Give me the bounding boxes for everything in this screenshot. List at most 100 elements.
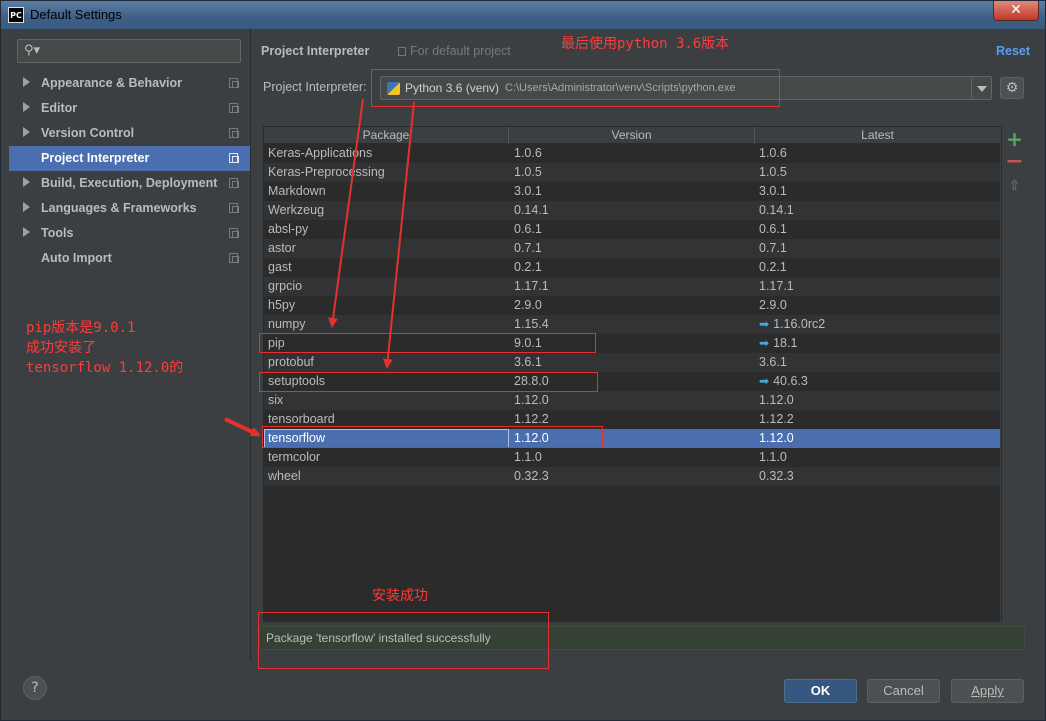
latest-cell: 1.12.2 bbox=[759, 412, 794, 426]
apply-button[interactable]: Apply bbox=[951, 679, 1024, 703]
latest-version-text: 1.12.2 bbox=[759, 412, 794, 426]
chevron-down-icon[interactable] bbox=[971, 77, 991, 99]
close-button[interactable]: ✕ bbox=[993, 1, 1039, 21]
version-cell: 1.0.6 bbox=[514, 146, 542, 160]
version-cell: 0.7.1 bbox=[514, 241, 542, 255]
splitter[interactable] bbox=[250, 29, 251, 661]
table-row[interactable]: protobuf 3.6.1 3.6.1 bbox=[264, 353, 1000, 372]
package-name-cell: protobuf bbox=[268, 355, 314, 369]
project-scope-icon bbox=[229, 178, 239, 188]
settings-search-input[interactable]: ⚲▾ bbox=[17, 39, 241, 63]
column-header-latest[interactable]: Latest bbox=[755, 127, 1000, 144]
annotation-box-pip bbox=[259, 333, 596, 353]
latest-version-text: 0.14.1 bbox=[759, 203, 794, 217]
pycharm-logo-icon: PC bbox=[8, 7, 24, 23]
table-row[interactable]: Markdown 3.0.1 3.0.1 bbox=[264, 182, 1000, 201]
latest-version-text: 40.6.3 bbox=[773, 374, 808, 388]
table-row[interactable]: absl-py 0.6.1 0.6.1 bbox=[264, 220, 1000, 239]
version-cell: 1.12.0 bbox=[514, 393, 549, 407]
remove-package-button[interactable]: − bbox=[1002, 149, 1027, 174]
sidebar-item-label: Appearance & Behavior bbox=[41, 76, 183, 90]
table-row[interactable]: gast 0.2.1 0.2.1 bbox=[264, 258, 1000, 277]
package-name-cell: tensorboard bbox=[268, 412, 335, 426]
latest-version-text: 1.1.0 bbox=[759, 450, 787, 464]
sidebar-item-label: Tools bbox=[41, 226, 74, 240]
table-row[interactable]: grpcio 1.17.1 1.17.1 bbox=[264, 277, 1000, 296]
latest-version-text: 1.0.5 bbox=[759, 165, 787, 179]
interpreter-settings-button[interactable]: ⚙ bbox=[1000, 77, 1024, 99]
sidebar-item[interactable]: Build, Execution, Deployment bbox=[9, 171, 250, 196]
chevron-right-icon[interactable] bbox=[23, 102, 30, 112]
upgrade-package-button[interactable]: ⇧ bbox=[1002, 178, 1027, 194]
title-bar[interactable]: PC Default Settings ✕ bbox=[1, 1, 1045, 29]
chevron-right-icon[interactable] bbox=[23, 77, 30, 87]
search-icon: ⚲▾ bbox=[24, 43, 41, 58]
version-cell: 3.0.1 bbox=[514, 184, 542, 198]
latest-cell: 1.12.0 bbox=[759, 393, 794, 407]
help-button[interactable]: ? bbox=[23, 676, 47, 700]
chevron-right-icon[interactable] bbox=[23, 127, 30, 137]
package-name-cell: Keras-Applications bbox=[268, 146, 373, 160]
annotation-left-line1: pip版本是9.0.1 bbox=[26, 320, 136, 336]
column-header-version[interactable]: Version bbox=[509, 127, 755, 144]
latest-version-text: 0.7.1 bbox=[759, 241, 787, 255]
sidebar-item[interactable]: Tools bbox=[9, 221, 250, 246]
table-row[interactable]: Keras-Applications 1.0.6 1.0.6 bbox=[264, 144, 1000, 163]
latest-cell: 1.12.0 bbox=[759, 431, 794, 445]
table-row[interactable]: numpy 1.15.4 ➡ 1.16.0rc2 bbox=[264, 315, 1000, 334]
latest-version-text: 3.0.1 bbox=[759, 184, 787, 198]
version-cell: 0.32.3 bbox=[514, 469, 549, 483]
window-title: Default Settings bbox=[30, 7, 122, 22]
latest-version-text: 2.9.0 bbox=[759, 298, 787, 312]
version-cell: 1.0.5 bbox=[514, 165, 542, 179]
annotation-left-line2: 成功安装了 bbox=[26, 340, 96, 356]
table-header: Package Version Latest bbox=[264, 127, 1000, 144]
annotation-success-note: 安装成功 bbox=[372, 588, 428, 604]
chevron-right-icon[interactable] bbox=[23, 177, 30, 187]
add-package-button[interactable]: + bbox=[1002, 127, 1027, 151]
project-scope-icon bbox=[229, 253, 239, 263]
annotation-box-tensorflow bbox=[262, 426, 603, 448]
table-row[interactable]: Keras-Preprocessing 1.0.5 1.0.5 bbox=[264, 163, 1000, 182]
table-row[interactable]: termcolor 1.1.0 1.1.0 bbox=[264, 448, 1000, 467]
annotation-left-line3: tensorflow 1.12.0的 bbox=[26, 360, 184, 376]
reset-link[interactable]: Reset bbox=[996, 44, 1030, 58]
latest-cell: 0.14.1 bbox=[759, 203, 794, 217]
package-name-cell: Keras-Preprocessing bbox=[268, 165, 385, 179]
latest-version-text: 1.0.6 bbox=[759, 146, 787, 160]
version-cell: 1.17.1 bbox=[514, 279, 549, 293]
sidebar-item[interactable]: Languages & Frameworks bbox=[9, 196, 250, 221]
page-title: Project Interpreter bbox=[261, 44, 370, 58]
table-row[interactable]: astor 0.7.1 0.7.1 bbox=[264, 239, 1000, 258]
sidebar-item[interactable]: Appearance & Behavior bbox=[9, 71, 250, 96]
interpreter-label: Project Interpreter: bbox=[263, 80, 367, 94]
package-name-cell: grpcio bbox=[268, 279, 303, 293]
sidebar-item[interactable]: Editor bbox=[9, 96, 250, 121]
table-row[interactable]: Werkzeug 0.14.1 0.14.1 bbox=[264, 201, 1000, 220]
latest-cell: ➡ 40.6.3 bbox=[759, 374, 808, 388]
latest-cell: 0.2.1 bbox=[759, 260, 787, 274]
project-scope-icon bbox=[229, 228, 239, 238]
latest-version-text: 3.6.1 bbox=[759, 355, 787, 369]
sidebar-item[interactable]: Auto Import bbox=[9, 246, 250, 271]
table-row[interactable]: h5py 2.9.0 2.9.0 bbox=[264, 296, 1000, 315]
ok-button[interactable]: OK bbox=[784, 679, 857, 703]
chevron-right-icon[interactable] bbox=[23, 202, 30, 212]
sidebar-item[interactable]: Project Interpreter bbox=[9, 146, 250, 171]
sidebar-item-label: Project Interpreter bbox=[41, 151, 150, 165]
table-row[interactable]: wheel 0.32.3 0.32.3 bbox=[264, 467, 1000, 486]
package-name-cell: absl-py bbox=[268, 222, 309, 236]
scope-label: For default project bbox=[398, 44, 511, 58]
chevron-right-icon[interactable] bbox=[23, 227, 30, 237]
package-name-cell: Markdown bbox=[268, 184, 326, 198]
cancel-button[interactable]: Cancel bbox=[867, 679, 940, 703]
sidebar-item-label: Build, Execution, Deployment bbox=[41, 176, 218, 190]
column-header-package[interactable]: Package bbox=[264, 127, 509, 144]
latest-cell: 1.0.5 bbox=[759, 165, 787, 179]
table-row[interactable]: six 1.12.0 1.12.0 bbox=[264, 391, 1000, 410]
package-name-cell: termcolor bbox=[268, 450, 321, 464]
sidebar-item[interactable]: Version Control bbox=[9, 121, 250, 146]
version-cell: 2.9.0 bbox=[514, 298, 542, 312]
package-name-cell: six bbox=[268, 393, 284, 407]
latest-version-text: 0.2.1 bbox=[759, 260, 787, 274]
